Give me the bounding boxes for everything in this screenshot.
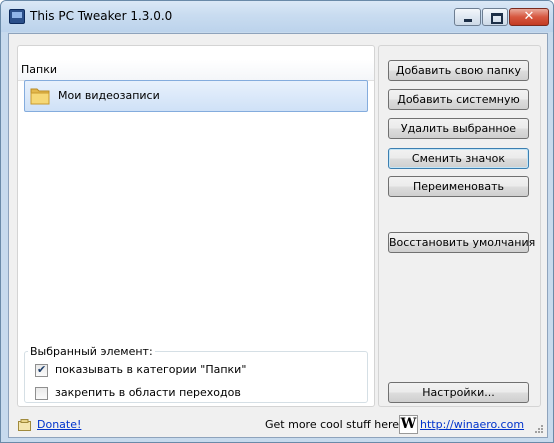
resize-grip-icon[interactable] (534, 424, 544, 434)
close-button[interactable]: ✕ (509, 8, 549, 26)
actions-panel: Добавить свою папку Добавить системную У… (378, 45, 541, 407)
promo-text: Get more cool stuff here: (265, 418, 403, 431)
minimize-button[interactable] (454, 8, 481, 26)
checkbox-label[interactable]: закрепить в области переходов (55, 386, 241, 399)
maximize-icon (491, 13, 503, 24)
app-icon[interactable] (9, 9, 25, 24)
list-item-label: Мои видеозаписи (58, 89, 160, 102)
list-item-folder[interactable]: Мои видеозаписи (24, 80, 368, 112)
maximize-button[interactable] (482, 8, 508, 26)
settings-button[interactable]: Настройки... (388, 382, 529, 403)
checkbox-label[interactable]: показывать в категории "Папки" (55, 363, 246, 376)
minimize-icon (464, 19, 472, 22)
list-column-header[interactable]: Папки (18, 60, 374, 81)
change-icon-button[interactable]: Сменить значок (388, 148, 529, 169)
restore-defaults-button[interactable]: Восстановить умолчания (388, 232, 535, 253)
folder-icon (30, 88, 50, 105)
client-area: Папки Мои видеозаписи Выбранный элемент:… (8, 33, 548, 438)
close-icon: ✕ (523, 9, 535, 24)
title-bar[interactable]: This PC Tweaker 1.3.0.0 ✕ (1, 1, 553, 32)
folders-panel: Папки Мои видеозаписи Выбранный элемент:… (17, 45, 375, 407)
rename-button[interactable]: Переименовать (388, 176, 529, 197)
group-title: Выбранный элемент: (28, 345, 155, 358)
donate-icon[interactable] (18, 419, 31, 431)
donate-link[interactable]: Donate! (37, 418, 81, 431)
checkbox-box[interactable]: ✔ (35, 363, 48, 377)
add-system-folder-button[interactable]: Добавить системную (388, 89, 529, 110)
checkmark-icon: ✔ (37, 363, 47, 376)
winaero-link[interactable]: http://winaero.com (420, 418, 524, 431)
checkbox-box[interactable] (35, 387, 48, 400)
window-title: This PC Tweaker 1.3.0.0 (30, 9, 173, 23)
add-own-folder-button[interactable]: Добавить свою папку (388, 60, 529, 81)
footer-bar: Donate! Get more cool stuff here: W http… (9, 411, 547, 435)
app-window: This PC Tweaker 1.3.0.0 ✕ Папки Мои виде… (0, 0, 554, 443)
winaero-logo-icon[interactable]: W (399, 415, 418, 434)
delete-selected-button[interactable]: Удалить выбранное (388, 118, 529, 139)
selected-item-group: Выбранный элемент: ✔ показывать в катего… (24, 345, 368, 403)
